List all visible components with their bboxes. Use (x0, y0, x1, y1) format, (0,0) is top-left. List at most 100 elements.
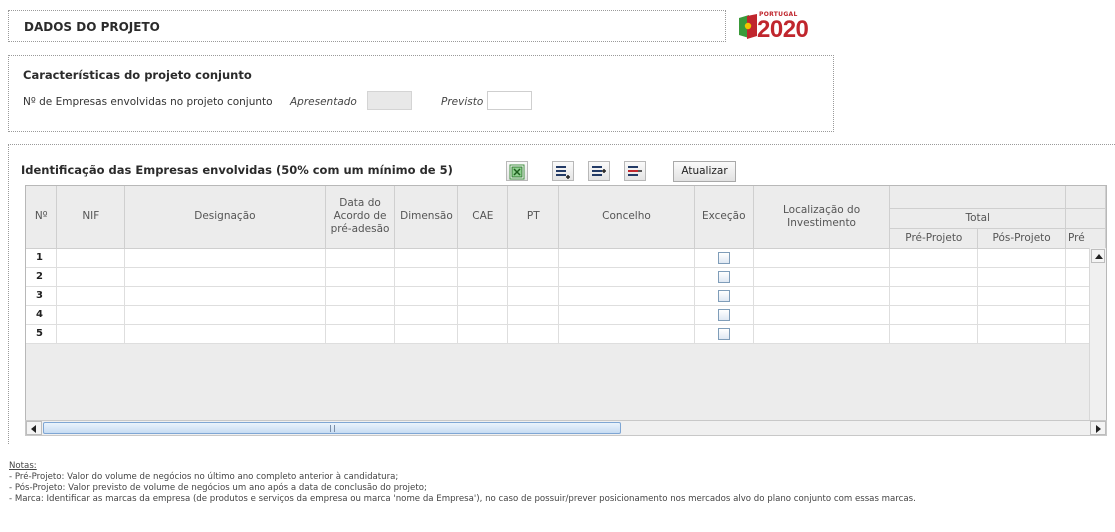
insert-row-button[interactable] (588, 161, 610, 181)
horizontal-scroll-thumb[interactable] (43, 422, 621, 434)
concelho-cell[interactable] (558, 324, 695, 344)
row-number: 3 (26, 286, 58, 306)
localizacao-cell[interactable] (753, 267, 891, 287)
pt-cell[interactable] (507, 305, 560, 325)
companies-count-label: Nº de Empresas envolvidas no projeto con… (23, 96, 273, 108)
localizacao-cell[interactable] (753, 305, 891, 325)
page-title: DADOS DO PROJETO (24, 20, 160, 34)
pre-projeto-cell[interactable] (889, 305, 979, 325)
dimensao-cell[interactable] (394, 248, 459, 268)
pre-projeto-cell[interactable] (889, 324, 979, 344)
nif-cell[interactable] (56, 248, 126, 268)
table-row: 3 (26, 286, 1106, 306)
pt-cell[interactable] (507, 286, 560, 306)
dimensao-cell[interactable] (394, 267, 459, 287)
pos-projeto-cell[interactable] (977, 305, 1066, 325)
empresas-section: Identificação das Empresas envolvidas (5… (8, 144, 1115, 444)
excecao-cell (694, 324, 754, 344)
vertical-scrollbar[interactable] (1089, 248, 1106, 434)
project-data-header: DADOS DO PROJETO (8, 10, 726, 42)
col-header-dimensao: Dimensão (394, 186, 459, 249)
table-row: 5 (26, 324, 1106, 344)
table-row: 1 (26, 248, 1106, 268)
cae-cell[interactable] (457, 248, 509, 268)
localizacao-cell[interactable] (753, 286, 891, 306)
pos-projeto-cell[interactable] (977, 286, 1066, 306)
nif-cell[interactable] (56, 305, 126, 325)
remove-row-button[interactable] (624, 161, 646, 181)
atualizar-button[interactable]: Atualizar (673, 161, 736, 182)
table-row: 2 (26, 267, 1106, 287)
cae-cell[interactable] (457, 324, 509, 344)
nif-cell[interactable] (56, 324, 126, 344)
data-acordo-cell[interactable] (325, 324, 396, 344)
scroll-right-button[interactable] (1090, 421, 1106, 435)
portugal-flag-icon (739, 14, 757, 39)
section-title: Identificação das Empresas envolvidas (5… (21, 163, 453, 177)
previsto-field[interactable] (487, 91, 532, 110)
excecao-checkbox[interactable] (717, 308, 730, 321)
pos-projeto-cell[interactable] (977, 267, 1066, 287)
scroll-left-button[interactable] (26, 421, 42, 435)
portugal-2020-logo: PORTUGAL 2020 (737, 10, 837, 44)
cae-cell[interactable] (457, 286, 509, 306)
col-header-nif: NIF (56, 186, 126, 249)
cae-cell[interactable] (457, 305, 509, 325)
designacao-cell[interactable] (124, 286, 326, 306)
col-header-pos-projeto: Pós-Projeto (977, 228, 1066, 249)
concelho-cell[interactable] (558, 267, 695, 287)
excecao-checkbox[interactable] (717, 327, 730, 340)
pos-projeto-cell[interactable] (977, 248, 1066, 268)
col-header-cae: CAE (457, 186, 509, 249)
concelho-cell[interactable] (558, 286, 695, 306)
apresentado-field[interactable] (367, 91, 412, 110)
excecao-checkbox[interactable] (717, 289, 730, 302)
notes: Notas: - Pré-Projeto: Valor do volume de… (9, 461, 916, 505)
pt-cell[interactable] (507, 267, 560, 287)
pre-projeto-cell[interactable] (889, 267, 979, 287)
pos-projeto-cell[interactable] (977, 324, 1066, 344)
nif-cell[interactable] (56, 286, 126, 306)
col-header-data-acordo: Data do Acordo de pré-adesão (325, 186, 396, 249)
excecao-checkbox[interactable] (717, 251, 730, 264)
data-acordo-cell[interactable] (325, 286, 396, 306)
col-header-pre-cut: Pré (1065, 228, 1106, 249)
section-title: Características do projeto conjunto (23, 68, 252, 82)
col-header-pt: PT (507, 186, 560, 249)
data-acordo-cell[interactable] (325, 305, 396, 325)
concelho-cell[interactable] (558, 248, 695, 268)
add-row-button[interactable] (552, 161, 574, 181)
col-header-pre-projeto: Pré-Projeto (889, 228, 979, 249)
pre-projeto-cell[interactable] (889, 248, 979, 268)
row-number: 2 (26, 267, 58, 287)
pre-projeto-cell[interactable] (889, 286, 979, 306)
designacao-cell[interactable] (124, 267, 326, 287)
arrow-up-icon (1095, 254, 1103, 259)
designacao-cell[interactable] (124, 248, 326, 268)
scroll-up-button[interactable] (1091, 249, 1105, 263)
data-acordo-cell[interactable] (325, 267, 396, 287)
data-acordo-cell[interactable] (325, 248, 396, 268)
pt-cell[interactable] (507, 248, 560, 268)
col-header-next-group (1065, 208, 1106, 229)
dimensao-cell[interactable] (394, 305, 459, 325)
excecao-cell (694, 267, 754, 287)
cae-cell[interactable] (457, 267, 509, 287)
col-header-group-blank (889, 186, 1066, 209)
col-header-localizacao: Localização do Investimento (753, 186, 891, 249)
excecao-cell (694, 305, 754, 325)
dimensao-cell[interactable] (394, 324, 459, 344)
concelho-cell[interactable] (558, 305, 695, 325)
localizacao-cell[interactable] (753, 248, 891, 268)
designacao-cell[interactable] (124, 324, 326, 344)
dimensao-cell[interactable] (394, 286, 459, 306)
horizontal-scrollbar[interactable] (25, 420, 1107, 436)
insert-row-icon (592, 166, 606, 176)
localizacao-cell[interactable] (753, 324, 891, 344)
empresas-table: Nº NIF Designação Data do Acordo de pré-… (26, 186, 1106, 344)
excel-export-button[interactable] (506, 161, 528, 181)
excecao-checkbox[interactable] (717, 270, 730, 283)
nif-cell[interactable] (56, 267, 126, 287)
designacao-cell[interactable] (124, 305, 326, 325)
pt-cell[interactable] (507, 324, 560, 344)
